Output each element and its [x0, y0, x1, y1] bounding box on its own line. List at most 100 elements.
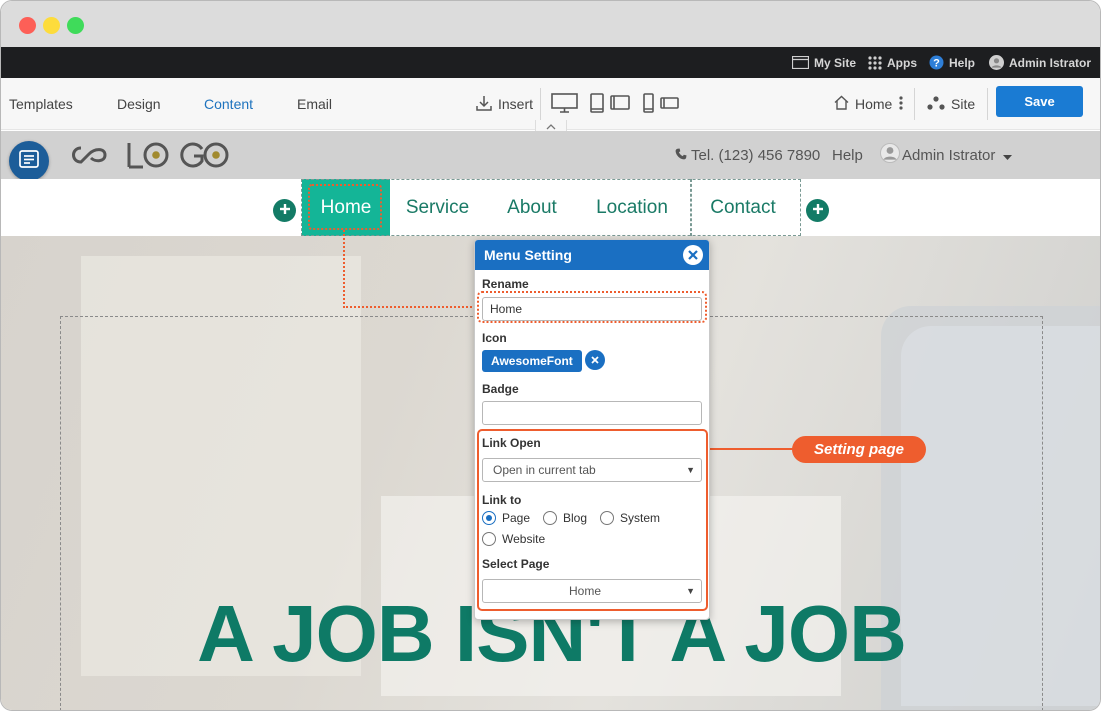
title-bar	[1, 1, 1100, 47]
tab-content[interactable]: Content	[204, 78, 253, 130]
radio-label: Blog	[563, 511, 588, 525]
tab-design[interactable]: Design	[117, 78, 161, 130]
question-circle-icon: ?	[929, 55, 944, 70]
insert-button[interactable]: Insert	[476, 78, 533, 130]
connector-line	[343, 230, 345, 308]
add-menu-item-button-left[interactable]	[273, 199, 296, 222]
menu-setting-dialog: Menu Setting Rename Home Icon AwesomeFon…	[474, 239, 710, 620]
insert-label: Insert	[498, 96, 534, 112]
callout-connector-line	[708, 448, 794, 450]
radio-empty-icon	[600, 511, 614, 525]
dialog-header: Menu Setting	[475, 240, 709, 270]
rename-label: Rename	[482, 277, 529, 291]
browser-window-icon	[792, 56, 809, 69]
svg-text:?: ?	[933, 58, 940, 70]
select-page-select[interactable]: Home ▼	[482, 579, 702, 603]
site-user-menu[interactable]: Admin Istrator	[880, 131, 1013, 179]
user-avatar-icon	[989, 55, 1004, 70]
toolbar-divider	[987, 88, 988, 120]
toolbar-divider	[540, 88, 541, 120]
select-page-label: Select Page	[482, 557, 550, 571]
close-icon	[591, 351, 599, 369]
mobile-view-button[interactable]	[643, 78, 679, 130]
radio-label: System	[620, 511, 661, 525]
home-icon	[834, 95, 849, 113]
menu-item-about[interactable]: About	[491, 179, 573, 236]
link-to-label: Link to	[482, 493, 522, 507]
link-to-blog-radio[interactable]: Blog	[543, 511, 587, 525]
tablet-view-button[interactable]	[590, 78, 630, 130]
link-open-label: Link Open	[482, 436, 541, 450]
mobile-portrait-icon	[643, 92, 654, 116]
site-label: Site	[951, 96, 976, 112]
dropdown-arrow-icon: ▼	[686, 465, 695, 475]
rename-input[interactable]: Home	[482, 297, 702, 321]
caret-down-icon	[1003, 147, 1013, 164]
phone-icon	[675, 147, 687, 164]
sitemap-icon	[927, 95, 945, 113]
more-options-button[interactable]	[899, 78, 903, 130]
kebab-menu-icon	[899, 95, 903, 113]
close-icon	[688, 247, 698, 263]
radio-empty-icon	[543, 511, 557, 525]
dialog-close-button[interactable]	[683, 245, 703, 265]
mobile-landscape-icon	[660, 96, 679, 112]
home-highlight-outline	[308, 184, 382, 230]
user-menu[interactable]: Admin Istrator	[989, 47, 1091, 78]
site-logo	[67, 139, 229, 171]
add-menu-item-button-right[interactable]	[806, 199, 829, 222]
site-help-link[interactable]: Help	[832, 131, 863, 179]
site-header: Tel. (123) 456 7890 Help Admin Istrator	[1, 131, 1100, 179]
tab-templates[interactable]: Templates	[9, 78, 73, 130]
tablet-landscape-icon	[610, 95, 630, 113]
radio-label: Page	[502, 511, 531, 525]
link-open-select[interactable]: Open in current tab ▼	[482, 458, 702, 482]
form-layout-icon	[19, 149, 39, 173]
tab-email[interactable]: Email	[297, 78, 332, 130]
home-page-label: Home	[855, 96, 893, 112]
remove-icon-button[interactable]	[585, 350, 605, 370]
menu-item-contact[interactable]: Contact	[691, 179, 795, 236]
site-user-label: Admin Istrator	[902, 146, 996, 164]
close-window-button[interactable]	[19, 17, 36, 34]
phone-number: Tel. (123) 456 7890	[675, 131, 820, 179]
desktop-icon	[551, 92, 578, 116]
radio-empty-icon	[482, 532, 496, 546]
menu-item-service[interactable]: Service	[390, 179, 485, 236]
link-to-system-radio[interactable]: System	[600, 511, 660, 525]
my-site-link[interactable]: My Site	[792, 47, 856, 78]
admin-bar: My Site Apps ? Help Admin Istrator	[1, 47, 1100, 78]
select-page-value: Home	[568, 584, 601, 598]
help-label: Help	[949, 55, 976, 70]
link-to-page-radio[interactable]: Page	[482, 511, 530, 525]
toolbar-divider	[914, 88, 915, 120]
minimize-window-button[interactable]	[43, 17, 60, 34]
link-to-website-radio[interactable]: Website	[482, 532, 545, 546]
badge-input[interactable]	[482, 401, 702, 425]
page-settings-button[interactable]	[9, 141, 49, 181]
maximize-window-button[interactable]	[67, 17, 84, 34]
browser-window: My Site Apps ? Help Admin Istrator Templ…	[0, 0, 1101, 711]
help-link[interactable]: ? Help	[929, 47, 975, 78]
badge-label: Badge	[482, 382, 519, 396]
my-site-label: My Site	[814, 55, 857, 70]
plus-icon	[279, 202, 291, 220]
icon-selector[interactable]: AwesomeFont	[482, 350, 582, 372]
setting-page-callout: Setting page	[792, 436, 926, 463]
apps-link[interactable]: Apps	[868, 47, 917, 78]
apps-grid-icon	[868, 55, 882, 70]
dialog-title: Menu Setting	[484, 247, 572, 263]
phone-text: Tel. (123) 456 7890	[691, 146, 821, 164]
menu-item-location[interactable]: Location	[580, 179, 684, 236]
download-icon	[476, 95, 492, 114]
home-page-button[interactable]: Home	[834, 78, 892, 130]
dropdown-arrow-icon: ▼	[686, 586, 695, 596]
save-button[interactable]: Save	[996, 86, 1083, 117]
link-open-value: Open in current tab	[493, 463, 596, 477]
user-avatar-icon	[880, 143, 900, 167]
main-menu: Home Service About Location Contact	[1, 179, 1100, 236]
admin-user-label: Admin Istrator	[1009, 55, 1092, 70]
tablet-portrait-icon	[590, 92, 604, 116]
site-button[interactable]: Site	[927, 78, 975, 130]
radio-selected-icon	[482, 511, 496, 525]
